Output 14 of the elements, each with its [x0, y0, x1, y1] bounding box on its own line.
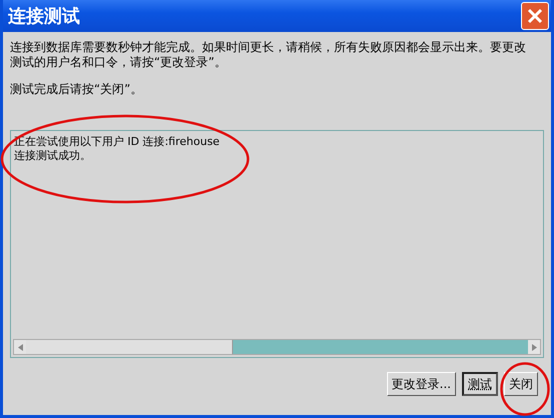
log-line: 连接测试成功。	[14, 149, 92, 163]
dialog-button[interactable]: 更改登录...	[386, 372, 456, 396]
instruction-text: 连接到数据库需要数秒钟才能完成。如果时间更长，请稍候，所有失败原因都会显示出来。要更改测试的用户名和口令，请按“更改登录”。	[10, 40, 527, 70]
scroll-thumb[interactable]	[26, 340, 233, 354]
hint-text: 测试完成后请按“关闭”。	[10, 82, 144, 97]
annotation-ellipse	[500, 362, 550, 416]
dialog-button[interactable]: 测试	[462, 372, 498, 396]
right-arrow-icon	[532, 344, 536, 350]
horizontal-scrollbar[interactable]	[13, 339, 541, 355]
close-icon	[527, 8, 543, 24]
close-button[interactable]	[521, 2, 549, 30]
window-title: 连接测试	[8, 5, 80, 28]
left-arrow-icon	[18, 344, 22, 350]
dialog-button[interactable]: 关闭	[504, 372, 538, 396]
